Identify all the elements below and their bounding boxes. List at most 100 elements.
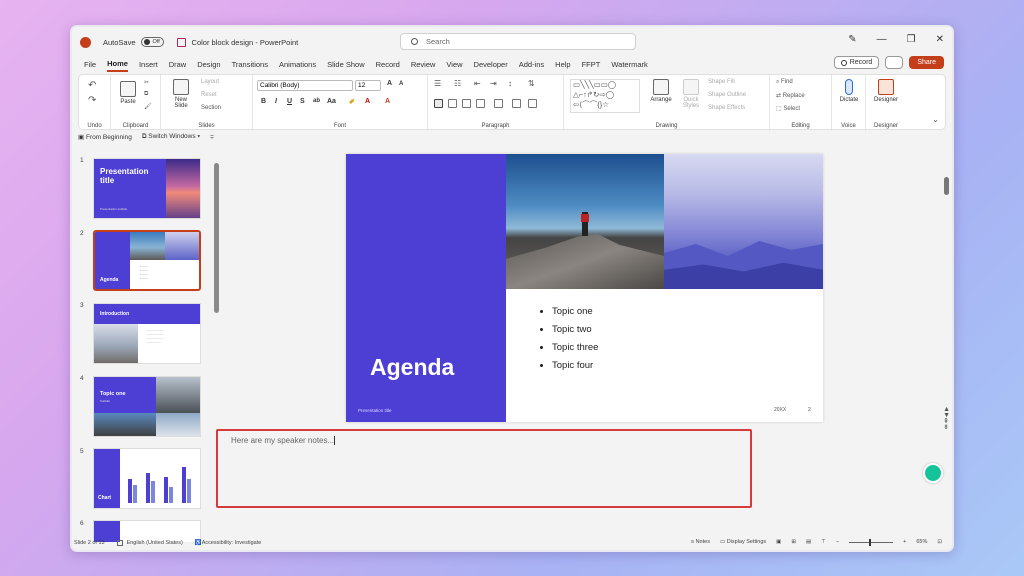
justify-icon[interactable]: [476, 99, 485, 108]
slide-thumbnail-1[interactable]: Presentation title Presentation subtitle: [93, 158, 201, 219]
save-icon[interactable]: [176, 37, 186, 47]
customize-icon[interactable]: ⩦: [210, 133, 214, 141]
zoom-slider[interactable]: [849, 538, 894, 546]
undo-icon[interactable]: ↶: [88, 80, 96, 91]
shape-outline-button[interactable]: Shape Outline: [708, 92, 746, 98]
zoom-level[interactable]: 65%: [916, 539, 927, 545]
smartart-icon[interactable]: [528, 99, 537, 108]
reset-button[interactable]: Reset: [201, 92, 217, 98]
switch-windows-button[interactable]: ⧉ Switch Windows ▾: [142, 133, 200, 141]
designer-button[interactable]: Designer: [870, 79, 902, 103]
slide-canvas[interactable]: Agenda Presentation title Topic one Topi…: [346, 154, 823, 422]
align-left-icon[interactable]: [434, 99, 443, 108]
menu-watermark[interactable]: Watermark: [611, 60, 647, 71]
highlight-icon[interactable]: ✐: [349, 98, 355, 106]
menu-home[interactable]: Home: [107, 59, 128, 72]
arrange-button[interactable]: Arrange: [648, 79, 674, 103]
replace-button[interactable]: ⇄ Replace: [776, 92, 805, 99]
section-button[interactable]: Section: [201, 105, 221, 111]
change-case-icon[interactable]: Aa: [327, 98, 336, 105]
align-right-icon[interactable]: [462, 99, 471, 108]
font-color-icon[interactable]: A: [365, 98, 370, 105]
font-name-select[interactable]: Calibri (Body): [257, 80, 353, 91]
menu-ffpt[interactable]: FFPT: [582, 60, 601, 71]
bold-icon[interactable]: B: [261, 98, 266, 105]
zoom-in-icon[interactable]: +: [903, 539, 906, 545]
pen-icon[interactable]: ✎: [848, 34, 856, 45]
increase-indent-icon[interactable]: ⇥: [490, 79, 497, 88]
comments-button[interactable]: [885, 56, 904, 69]
slide-scrollbar[interactable]: [944, 177, 949, 195]
clear-format-icon[interactable]: A: [385, 98, 390, 105]
font-size-select[interactable]: 12: [355, 80, 381, 91]
menu-view[interactable]: View: [446, 60, 462, 71]
new-slide-button[interactable]: New Slide: [169, 79, 193, 109]
layout-button[interactable]: Layout: [201, 79, 219, 85]
format-painter-icon[interactable]: 🖌: [144, 103, 152, 110]
columns-icon[interactable]: [494, 99, 503, 108]
minimize-icon[interactable]: —: [877, 34, 887, 45]
display-settings-button[interactable]: ▭ Display Settings: [720, 539, 766, 545]
slide-sorter-icon[interactable]: ⊞: [791, 539, 796, 545]
copy-icon[interactable]: ⧉: [144, 91, 148, 98]
share-button[interactable]: Share: [909, 56, 944, 69]
agenda-list[interactable]: Topic one Topic two Topic three Topic fo…: [542, 306, 598, 378]
slide-thumbnail-4[interactable]: Topic one Subtitle: [93, 376, 201, 437]
menu-review[interactable]: Review: [411, 60, 436, 71]
menu-animations[interactable]: Animations: [279, 60, 316, 71]
shape-effects-button[interactable]: Shape Effects: [708, 105, 745, 111]
menu-file[interactable]: File: [84, 60, 96, 71]
normal-view-icon[interactable]: ▣: [776, 539, 781, 545]
collapse-ribbon-icon[interactable]: ⌄: [932, 115, 939, 124]
shapes-gallery[interactable]: ▭╲╲╲▭▭◯ △⌐↑↱↻⇨◯ ⇦⟨⌒⌒{}☆: [570, 79, 640, 113]
grammarly-icon[interactable]: [923, 463, 943, 483]
accessibility-indicator[interactable]: ♿ Accessibility: Investigate: [195, 540, 261, 546]
redo-icon[interactable]: ↷: [88, 95, 96, 106]
text-direction-icon[interactable]: ⇅: [528, 79, 535, 88]
menu-draw[interactable]: Draw: [169, 60, 187, 71]
cut-icon[interactable]: ✂: [144, 79, 149, 86]
slide-thumbnail-2[interactable]: Agenda •——— •——— •——— •———: [93, 230, 201, 291]
numbering-icon[interactable]: ☷: [454, 79, 461, 88]
menu-slide-show[interactable]: Slide Show: [327, 60, 365, 71]
record-button[interactable]: Record: [833, 56, 880, 69]
slide-thumbnail-5[interactable]: Chart: [93, 448, 201, 509]
zoom-slider-knob[interactable]: [869, 538, 872, 546]
menu-help[interactable]: Help: [555, 60, 570, 71]
notes-button[interactable]: ≡ Notes: [691, 539, 710, 545]
zoom-out-icon[interactable]: −: [836, 539, 839, 545]
italic-icon[interactable]: I: [275, 98, 277, 105]
slide-title[interactable]: Agenda: [370, 354, 454, 381]
menu-insert[interactable]: Insert: [139, 60, 158, 71]
line-spacing-icon[interactable]: ↕: [508, 79, 512, 88]
dictate-button[interactable]: Dictate: [836, 79, 862, 103]
hiker-photo[interactable]: [506, 154, 664, 289]
reading-view-icon[interactable]: ▤: [806, 539, 811, 545]
underline-icon[interactable]: U: [287, 98, 292, 105]
speaker-notes-input[interactable]: Here are my speaker notes...: [216, 429, 752, 508]
close-icon[interactable]: ✕: [936, 34, 944, 45]
from-beginning-button[interactable]: ▣ From Beginning: [78, 133, 132, 141]
menu-design[interactable]: Design: [197, 60, 220, 71]
paste-button[interactable]: Paste: [117, 81, 139, 105]
menu-record[interactable]: Record: [376, 60, 400, 71]
find-button[interactable]: ⌕ Find: [776, 79, 793, 86]
shrink-font-icon[interactable]: A: [399, 81, 403, 87]
thumbnail-scrollbar[interactable]: [214, 163, 219, 313]
shape-fill-button[interactable]: Shape Fill: [708, 79, 735, 85]
autosave-toggle[interactable]: Off: [140, 37, 164, 47]
menu-transitions[interactable]: Transitions: [232, 60, 268, 71]
align-center-icon[interactable]: [448, 99, 457, 108]
align-text-icon[interactable]: [512, 99, 521, 108]
quick-styles-button[interactable]: Quick Styles: [678, 79, 704, 109]
scroll-arrows-icon[interactable]: ▲ ▼ ⇞ ⇟: [943, 406, 950, 431]
menu-add-ins[interactable]: Add-ins: [519, 60, 544, 71]
slide-thumbnail-3[interactable]: Introduction ——————— ——————— ——————— ——————: [93, 303, 201, 364]
char-spacing-icon[interactable]: ab: [313, 98, 320, 104]
decrease-indent-icon[interactable]: ⇤: [474, 79, 481, 88]
fit-slide-icon[interactable]: ⊡: [937, 539, 942, 545]
language-indicator[interactable]: English (United States): [116, 540, 183, 546]
strikethrough-icon[interactable]: S: [300, 98, 305, 105]
grow-font-icon[interactable]: A: [387, 80, 392, 87]
mountain-photo[interactable]: [664, 154, 823, 289]
